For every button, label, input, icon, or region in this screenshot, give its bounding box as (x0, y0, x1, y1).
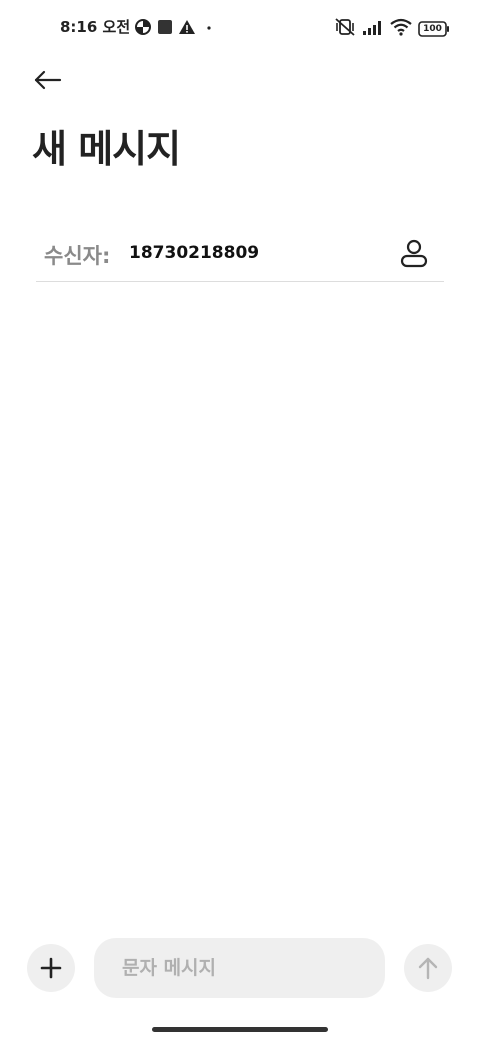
status-time: 8:16 오전 (60, 18, 131, 36)
vibrate-off-icon (334, 17, 356, 41)
data-saver-icon (134, 18, 152, 36)
recipient-input[interactable]: 18730218809 (129, 243, 259, 263)
home-indicator[interactable] (152, 1027, 328, 1032)
dot-icon (200, 18, 218, 36)
page-title: 새 메시지 (32, 127, 181, 171)
new-message-screen: 8:16 오전 100 새 메시지 수신자: 18730218809 문자 메시… (0, 0, 480, 1040)
message-input[interactable] (94, 938, 385, 998)
contact-picker-button[interactable] (398, 236, 430, 270)
battery-level: 100 (423, 24, 442, 34)
plus-icon (40, 957, 62, 979)
warning-icon (178, 18, 196, 36)
recipient-row[interactable]: 수신자: 18730218809 (36, 232, 444, 282)
status-right: 100 (334, 17, 450, 41)
person-icon (400, 239, 428, 268)
wifi-icon (390, 18, 412, 40)
attach-button[interactable] (27, 944, 75, 992)
signal-icon (362, 18, 384, 40)
back-arrow-icon (34, 70, 62, 90)
send-button[interactable] (404, 944, 452, 992)
recipient-label: 수신자: (44, 244, 111, 268)
status-left: 8:16 오전 (60, 16, 218, 37)
back-button[interactable] (30, 62, 66, 98)
square-notification-icon (156, 18, 174, 36)
arrow-up-icon (418, 957, 438, 980)
status-bar: 8:16 오전 100 (0, 0, 480, 56)
battery-icon: 100 (418, 21, 450, 37)
